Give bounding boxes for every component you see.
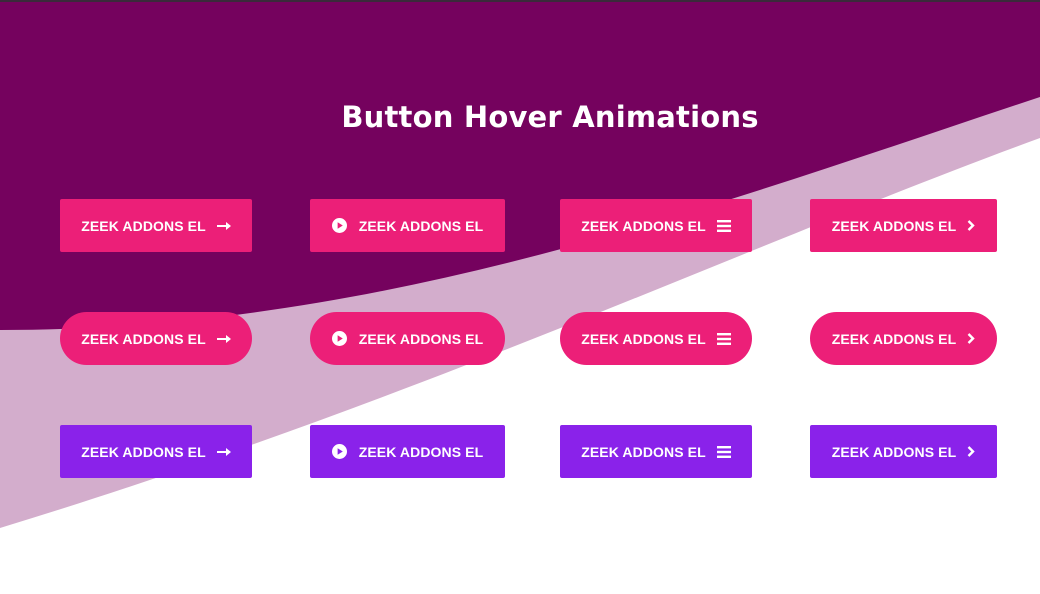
background-waves [0,2,1040,528]
chevron-right-icon [967,220,975,231]
play-circle-icon [331,218,347,233]
button-row3-arrow[interactable]: ZEEK ADDONS EL [60,425,252,478]
button-label: ZEEK ADDONS EL [581,443,706,460]
play-circle-icon [331,331,347,346]
arrow-right-icon [216,221,231,231]
button-row1-chevron[interactable]: ZEEK ADDONS EL [810,199,997,252]
page-title: Button Hover Animations [341,100,759,134]
button-row2-play[interactable]: ZEEK ADDONS EL [310,312,505,365]
button-label: ZEEK ADDONS EL [81,330,206,347]
chevron-right-icon [967,333,975,344]
button-row1-menu[interactable]: ZEEK ADDONS EL [560,199,752,252]
button-label: ZEEK ADDONS EL [581,330,706,347]
button-label: ZEEK ADDONS EL [358,330,484,347]
button-row3-chevron[interactable]: ZEEK ADDONS EL [810,425,997,478]
button-row1-arrow[interactable]: ZEEK ADDONS EL [60,199,252,252]
button-row2-arrow[interactable]: ZEEK ADDONS EL [60,312,252,365]
button-label: ZEEK ADDONS EL [831,443,957,460]
arrow-right-icon [216,447,231,457]
arrow-right-icon [216,334,231,344]
play-circle-icon [331,444,347,459]
button-row2-chevron[interactable]: ZEEK ADDONS EL [810,312,997,365]
button-label: ZEEK ADDONS EL [831,330,957,347]
button-row3-play[interactable]: ZEEK ADDONS EL [310,425,505,478]
button-row2-menu[interactable]: ZEEK ADDONS EL [560,312,752,365]
button-label: ZEEK ADDONS EL [831,217,957,234]
chevron-right-icon [967,446,975,457]
button-label: ZEEK ADDONS EL [81,443,206,460]
button-label: ZEEK ADDONS EL [581,217,706,234]
button-row3-menu[interactable]: ZEEK ADDONS EL [560,425,752,478]
button-label: ZEEK ADDONS EL [81,217,206,234]
menu-bars-icon [716,219,731,232]
button-label: ZEEK ADDONS EL [358,443,484,460]
button-row1-play[interactable]: ZEEK ADDONS EL [310,199,505,252]
button-label: ZEEK ADDONS EL [358,217,484,234]
menu-bars-icon [716,332,731,345]
menu-bars-icon [716,445,731,458]
